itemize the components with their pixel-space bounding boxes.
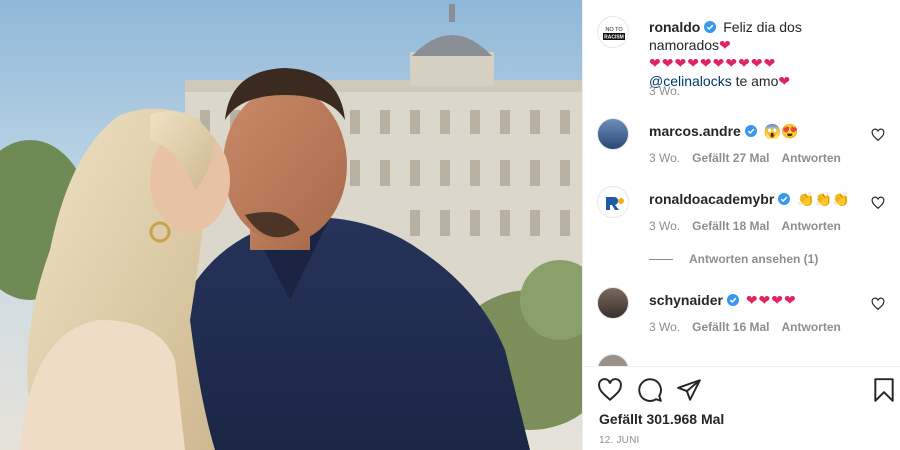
no-to-racism-logo: NO TO RACISM <box>598 17 628 47</box>
caption-hearts-row: ❤❤❤❤❤❤❤❤❤❤ <box>649 55 777 71</box>
caption-end: te amo <box>731 73 779 89</box>
comment-text: ronaldoacademybr 👏👏👏 <box>649 190 863 208</box>
photo-illustration <box>0 0 582 450</box>
caption: NO TO RACISM ronaldo Feliz dia dos namor… <box>597 16 887 98</box>
reply-button[interactable]: Antworten <box>782 219 841 233</box>
comment-icon[interactable] <box>637 377 663 403</box>
comment-item-partial <box>597 354 887 366</box>
r9-logo <box>598 187 628 217</box>
caption-time[interactable]: 3 Wo. <box>649 84 680 98</box>
post-sidebar: NO TO RACISM ronaldo Feliz dia dos namor… <box>582 0 900 450</box>
svg-text:NO TO: NO TO <box>605 27 623 33</box>
post-likes-count[interactable]: Gefällt 301.968 Mal <box>599 411 724 427</box>
comment-username[interactable]: marcos.andre <box>649 123 741 139</box>
avatar[interactable] <box>597 354 629 366</box>
comment-likes[interactable]: Gefällt 18 Mal <box>692 219 769 233</box>
verified-icon <box>726 294 739 306</box>
comment-username[interactable]: schynaider <box>649 292 723 308</box>
comment-time[interactable]: 3 Wo. <box>649 151 680 165</box>
reply-button[interactable]: Antworten <box>782 320 841 334</box>
comment-likes[interactable]: Gefällt 16 Mal <box>692 320 769 334</box>
caption-end-heart: ❤ <box>778 73 792 89</box>
share-icon[interactable] <box>676 377 702 403</box>
caption-meta: 3 Wo. <box>649 84 692 98</box>
owner-avatar[interactable]: NO TO RACISM <box>597 16 629 48</box>
bookmark-icon[interactable] <box>871 377 897 403</box>
comments-list[interactable]: NO TO RACISM ronaldo Feliz dia dos namor… <box>583 0 900 366</box>
like-comment-icon[interactable] <box>871 196 885 210</box>
view-replies-label: Antworten ansehen (1) <box>689 252 819 266</box>
comment-message: ❤❤❤❤ <box>745 292 797 308</box>
verified-icon <box>704 21 717 33</box>
comment-item: schynaider ❤❤❤❤ 3 Wo. Gefällt 16 Mal Antwo… <box>597 287 887 337</box>
heart-icon[interactable] <box>597 377 623 403</box>
caption-heart: ❤ <box>719 37 732 53</box>
comment-meta: 3 Wo. Gefällt 27 Mal Antworten <box>649 151 853 165</box>
action-bar: Gefällt 301.968 Mal 12. JUNI <box>583 366 900 450</box>
comment-text: schynaider ❤❤❤❤ <box>649 291 863 309</box>
comment-item: marcos.andre 😱😍 3 Wo. Gefällt 27 Mal Antwo… <box>597 118 887 168</box>
post-photo[interactable] <box>0 0 582 450</box>
comment-username[interactable]: ronaldoacademybr <box>649 191 774 207</box>
reply-button[interactable]: Antworten <box>782 151 841 165</box>
avatar[interactable] <box>597 287 629 319</box>
verified-icon <box>778 193 791 205</box>
avatar[interactable] <box>597 118 629 150</box>
like-comment-icon[interactable] <box>871 128 885 142</box>
comment-likes[interactable]: Gefällt 27 Mal <box>692 151 769 165</box>
comment-item: ronaldoacademybr 👏👏👏 3 Wo. Gefällt 18 Mal… <box>597 186 887 236</box>
comment-time[interactable]: 3 Wo. <box>649 219 680 233</box>
verified-icon <box>744 125 757 137</box>
svg-text:RACISM: RACISM <box>604 35 624 41</box>
comment-message: 👏👏👏 <box>797 191 850 207</box>
caption-username[interactable]: ronaldo <box>649 19 700 35</box>
comment-message: 😱😍 <box>763 123 799 139</box>
comment-meta: 3 Wo. Gefällt 18 Mal Antworten <box>649 219 853 233</box>
like-comment-icon[interactable] <box>871 297 885 311</box>
caption-text: ronaldo Feliz dia dos namorados❤ ❤❤❤❤❤❤❤… <box>649 18 863 90</box>
comment-text: marcos.andre 😱😍 <box>649 122 863 140</box>
avatar[interactable] <box>597 186 629 218</box>
replies-divider <box>649 259 673 261</box>
comment-meta: 3 Wo. Gefällt 16 Mal Antworten <box>649 320 853 334</box>
view-replies-button[interactable]: Antworten ansehen (1) <box>649 252 818 266</box>
post-date[interactable]: 12. JUNI <box>599 435 640 446</box>
comment-time[interactable]: 3 Wo. <box>649 320 680 334</box>
